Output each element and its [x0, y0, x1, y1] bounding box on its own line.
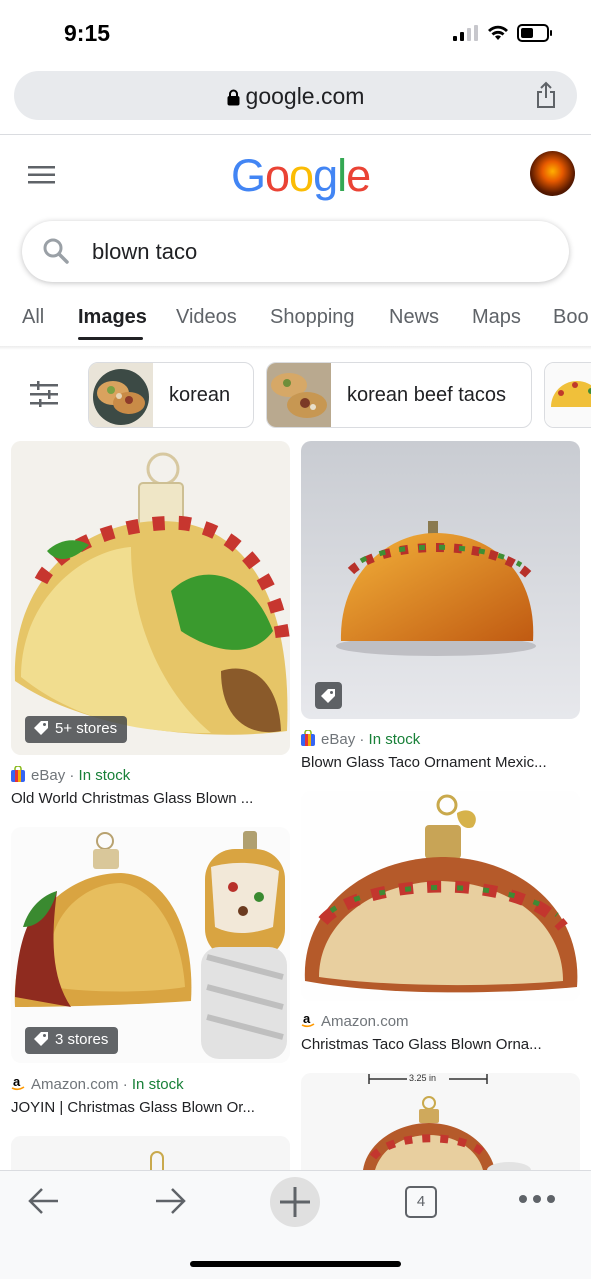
- tab-maps[interactable]: Maps: [472, 306, 521, 329]
- search-icon[interactable]: [42, 237, 70, 265]
- header-divider: [0, 134, 591, 135]
- ebay-bag-icon: [11, 766, 25, 782]
- chip-korean-beef-tacos[interactable]: korean beef tacos: [266, 362, 532, 428]
- status-time: 9:15: [64, 20, 111, 46]
- amazon-icon: a: [11, 1075, 25, 1091]
- result-image[interactable]: [301, 791, 580, 1001]
- search-input[interactable]: blown taco: [92, 239, 197, 265]
- status-icons: [453, 24, 553, 42]
- google-logo[interactable]: Google: [231, 150, 371, 202]
- logo-letter: e: [346, 150, 371, 201]
- stock-status: In stock: [78, 767, 131, 784]
- tabs-shadow: [0, 346, 591, 350]
- taco-ornament-image: [11, 441, 290, 755]
- tab-switcher-button[interactable]: 4: [405, 1186, 437, 1218]
- new-tab-button[interactable]: [270, 1177, 320, 1227]
- ornament-partial-image: [11, 1136, 290, 1170]
- result-title[interactable]: Christmas Taco Glass Blown Orna...: [301, 1036, 542, 1053]
- badge-text: 3 stores: [55, 1031, 109, 1048]
- wifi-icon: [488, 25, 508, 40]
- tab-books[interactable]: Boo: [553, 306, 589, 329]
- status-bar: 9:15: [0, 0, 591, 66]
- result-image[interactable]: 3 stores: [11, 827, 290, 1063]
- logo-letter: G: [231, 150, 266, 201]
- chip-thumbnail: [545, 363, 591, 427]
- result-source: a Amazon.com: [301, 1012, 409, 1030]
- dimension-label: 3.25 in: [409, 1073, 437, 1083]
- result-source: eBay · In stock: [11, 766, 130, 784]
- tab-news[interactable]: News: [389, 306, 439, 329]
- source-name: Amazon.com: [321, 1013, 409, 1030]
- stock-status: In stock: [368, 731, 421, 748]
- result-image[interactable]: 5+ stores: [11, 441, 290, 755]
- url-bar[interactable]: google.com: [14, 71, 577, 120]
- signal-icon: [453, 25, 478, 41]
- result-title[interactable]: Blown Glass Taco Ornament Mexic...: [301, 754, 547, 771]
- back-arrow-icon[interactable]: [26, 1183, 62, 1219]
- tab-images[interactable]: Images: [78, 306, 147, 329]
- logo-letter: o: [289, 150, 314, 201]
- stock-status: In stock: [131, 1076, 184, 1093]
- result-title[interactable]: JOYIN | Christmas Glass Blown Or...: [11, 1099, 255, 1116]
- search-box[interactable]: blown taco: [22, 221, 569, 282]
- chip-label: korean: [169, 384, 231, 406]
- result-source: a Amazon.com · In stock: [11, 1075, 184, 1093]
- result-image[interactable]: [11, 1136, 290, 1170]
- separator: ·: [65, 767, 79, 784]
- result-source: eBay · In stock: [301, 730, 420, 748]
- taco-ornament-image: [301, 441, 580, 719]
- home-indicator: [190, 1261, 401, 1267]
- svg-text:a: a: [13, 1075, 21, 1089]
- forward-arrow-icon[interactable]: [152, 1183, 188, 1219]
- separator: ·: [355, 731, 369, 748]
- source-name: eBay: [31, 767, 66, 784]
- active-tab-indicator: [78, 337, 143, 340]
- tab-all[interactable]: All: [22, 306, 44, 329]
- battery-icon: [517, 24, 552, 42]
- chip-label: korean beef tacos: [347, 384, 506, 406]
- plus-icon: [280, 1187, 310, 1217]
- shopping-badge: [315, 682, 342, 709]
- result-image[interactable]: [301, 441, 580, 719]
- tag-icon: [321, 689, 335, 703]
- lock-icon: [227, 89, 240, 106]
- taco-ornament-image: [301, 791, 580, 1001]
- badge-text: 5+ stores: [55, 720, 118, 737]
- tag-icon: [34, 1032, 48, 1046]
- stores-badge: 5+ stores: [25, 716, 128, 743]
- amazon-icon: a: [301, 1012, 315, 1028]
- chip-partial[interactable]: [544, 362, 591, 428]
- tab-shopping[interactable]: Shopping: [270, 306, 355, 329]
- svg-text:a: a: [303, 1012, 311, 1026]
- chip-thumbnail: [89, 363, 153, 427]
- result-image[interactable]: 3.25 in: [301, 1073, 580, 1170]
- chip-thumbnail: [267, 363, 331, 427]
- tab-videos[interactable]: Videos: [176, 306, 237, 329]
- source-name: Amazon.com: [31, 1076, 119, 1093]
- source-name: eBay: [321, 731, 356, 748]
- separator: ·: [118, 1076, 132, 1093]
- result-title[interactable]: Old World Christmas Glass Blown ...: [11, 790, 253, 807]
- hamburger-menu-icon[interactable]: [28, 165, 55, 185]
- share-icon[interactable]: [535, 81, 557, 109]
- taco-dimension-image: [301, 1073, 580, 1170]
- search-tabs: All Images Videos Shopping News Maps Boo: [0, 296, 591, 342]
- stores-badge: 3 stores: [25, 1027, 119, 1054]
- chip-korean[interactable]: korean: [88, 362, 254, 428]
- logo-letter: l: [337, 150, 347, 201]
- tag-icon: [34, 721, 48, 735]
- logo-letter: o: [265, 150, 290, 201]
- ebay-bag-icon: [301, 730, 315, 746]
- more-options-icon[interactable]: [518, 1193, 556, 1205]
- account-avatar[interactable]: [530, 151, 575, 196]
- logo-letter: g: [313, 150, 338, 201]
- filter-icon[interactable]: [30, 381, 58, 407]
- url-display[interactable]: google.com: [14, 83, 577, 110]
- url-text: google.com: [245, 83, 365, 109]
